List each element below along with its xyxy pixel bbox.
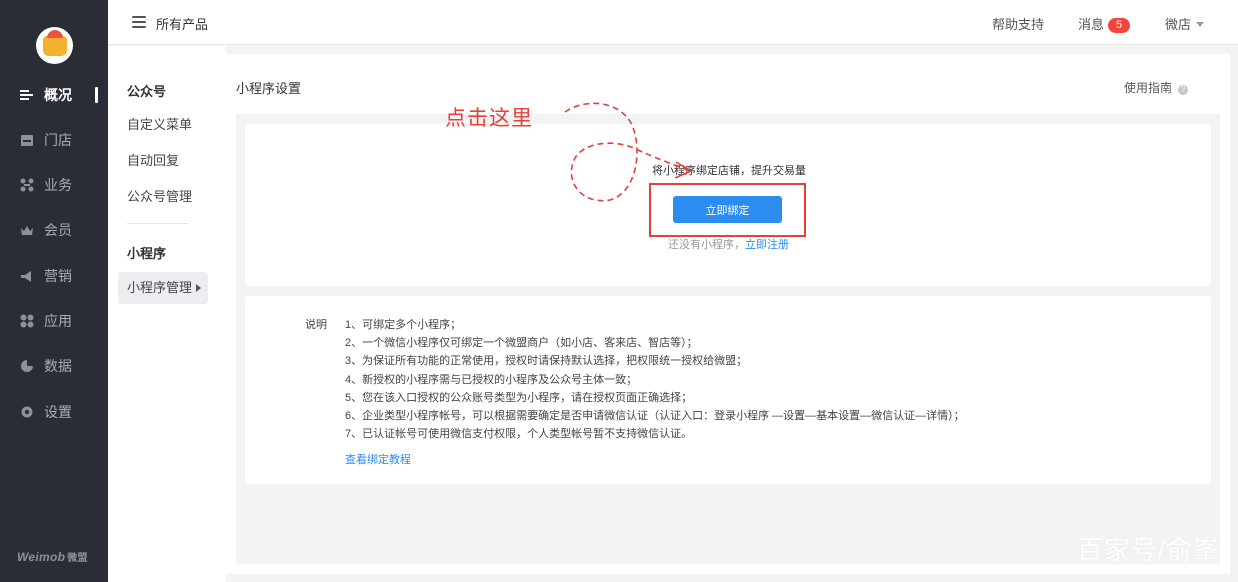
overview-icon xyxy=(20,88,34,102)
watermark: 百家号/俞峯 xyxy=(1076,535,1220,565)
message-count-badge: 5 xyxy=(1108,18,1131,33)
nav-item-label: 会员 xyxy=(44,222,72,238)
top-bar: 所有产品 帮助支持 消息 5 微店 xyxy=(108,0,1238,45)
nav-item-settings[interactable]: 设置 xyxy=(0,397,108,427)
main-panel: 小程序设置 使用指南? 将小程序绑定店铺，提升交易量 立即绑定 还没有小程序，立… xyxy=(226,54,1230,574)
notes-card: 说明 1、可绑定多个小程序； 2、一个微信小程序仅可绑定一个微盟商户（如小店、客… xyxy=(245,296,1211,484)
list-item: 6、企业类型小程序帐号，可以根据需要确定是否申请微信认证（认证入口：登录小程序 … xyxy=(345,410,965,423)
nav-item-overview[interactable]: 概况 xyxy=(0,80,108,110)
question-icon: ? xyxy=(1178,85,1188,95)
all-products-link[interactable]: 所有产品 xyxy=(156,14,208,33)
subnav-divider xyxy=(127,223,189,224)
page-title: 小程序设置 xyxy=(236,81,302,96)
help-support-link[interactable]: 帮助支持 xyxy=(992,14,1044,33)
list-item: 5、您在该入口授权的公众账号类型为小程序，请在授权页面正确选择； xyxy=(345,391,693,404)
list-item: 7、已认证帐号可使用微信支付权限，个人类型帐号暂不支持微信认证。 xyxy=(345,428,693,441)
nav-item-member[interactable]: 会员 xyxy=(0,215,108,245)
subnav-item-account-manage[interactable]: 公众号管理 xyxy=(118,181,208,213)
megaphone-icon xyxy=(20,269,34,283)
brand-logo: Weimob 微盟 xyxy=(17,549,88,564)
register-hint: 还没有小程序，立即注册 xyxy=(668,236,789,252)
subnav-item-label: 小程序管理 xyxy=(127,280,193,295)
brand-name: Weimob xyxy=(17,550,66,564)
brand-name-cn: 微盟 xyxy=(67,553,88,564)
no-mini-program-text: 还没有小程序， xyxy=(668,239,745,251)
menu-icon[interactable] xyxy=(132,16,146,28)
nav-item-store[interactable]: 门店 xyxy=(0,125,108,155)
list-item: 4、新授权的小程序需与已授权的小程序及公众号主体一致； xyxy=(345,373,638,386)
usage-guide-link[interactable]: 使用指南? xyxy=(1124,79,1188,96)
shop-avatar[interactable] xyxy=(36,27,73,64)
highlight-box xyxy=(649,183,806,237)
crown-icon xyxy=(20,223,34,237)
notes-list: 1、可绑定多个小程序； 2、一个微信小程序仅可绑定一个微盟商户（如小店、客来店、… xyxy=(345,316,965,443)
cake-logo-icon xyxy=(42,29,67,56)
register-now-link[interactable]: 立即注册 xyxy=(745,239,789,251)
list-item: 2、一个微信小程序仅可绑定一个微盟商户（如小店、客来店、智店等）； xyxy=(345,337,698,350)
content-background: 将小程序绑定店铺，提升交易量 立即绑定 还没有小程序，立即注册 说明 1、可绑定… xyxy=(236,114,1220,564)
notes-label: 说明 xyxy=(305,319,327,331)
subnav-item-mini-program-manage[interactable]: 小程序管理 xyxy=(118,272,208,304)
messages-label: 消息 xyxy=(1078,17,1105,32)
messages-link[interactable]: 消息 5 xyxy=(1078,14,1131,33)
annotation-text: 点击这里 xyxy=(445,107,533,130)
nav-item-apps[interactable]: 应用 xyxy=(0,306,108,336)
nav-item-label: 数据 xyxy=(44,358,72,374)
secondary-sidebar: 公众号 自定义菜单 自动回复 公众号管理 小程序 小程序管理 xyxy=(108,46,226,582)
nav-item-label: 门店 xyxy=(44,132,72,148)
pie-chart-icon xyxy=(20,359,34,373)
chevron-down-icon xyxy=(1196,22,1205,27)
nav-item-label: 业务 xyxy=(44,177,72,193)
subnav-item-auto-reply[interactable]: 自动回复 xyxy=(118,145,208,177)
apps-icon xyxy=(20,314,34,328)
subnav-group-official-account: 公众号 xyxy=(127,84,167,99)
nav-item-label: 应用 xyxy=(44,313,72,329)
nav-item-label: 营销 xyxy=(44,268,72,284)
nav-item-marketing[interactable]: 营销 xyxy=(0,261,108,291)
subnav-item-custom-menu[interactable]: 自定义菜单 xyxy=(118,109,208,141)
store-label: 微店 xyxy=(1165,17,1192,32)
view-tutorial-link[interactable]: 查看绑定教程 xyxy=(345,451,411,467)
list-item: 3、为保证所有功能的正常使用，授权时请保持默认选择，把权限统一授权给微盟； xyxy=(345,355,748,368)
nav-item-data[interactable]: 数据 xyxy=(0,351,108,381)
gear-icon xyxy=(20,405,34,419)
subnav-group-mini-program: 小程序 xyxy=(127,246,167,261)
nav-item-label: 设置 xyxy=(44,404,72,420)
nav-item-business[interactable]: 业务 xyxy=(0,170,108,200)
store-icon xyxy=(20,133,34,147)
list-item: 1、可绑定多个小程序； xyxy=(345,319,462,331)
business-icon xyxy=(20,178,34,192)
usage-guide-label: 使用指南 xyxy=(1123,81,1172,95)
main-sidebar: 概况 门店 业务 会员 营销 应用 数据 设置 Weimob 微盟 xyxy=(0,0,108,582)
caret-right-icon xyxy=(196,284,202,292)
store-switcher[interactable]: 微店 xyxy=(1165,14,1205,33)
nav-item-label: 概况 xyxy=(44,87,72,103)
